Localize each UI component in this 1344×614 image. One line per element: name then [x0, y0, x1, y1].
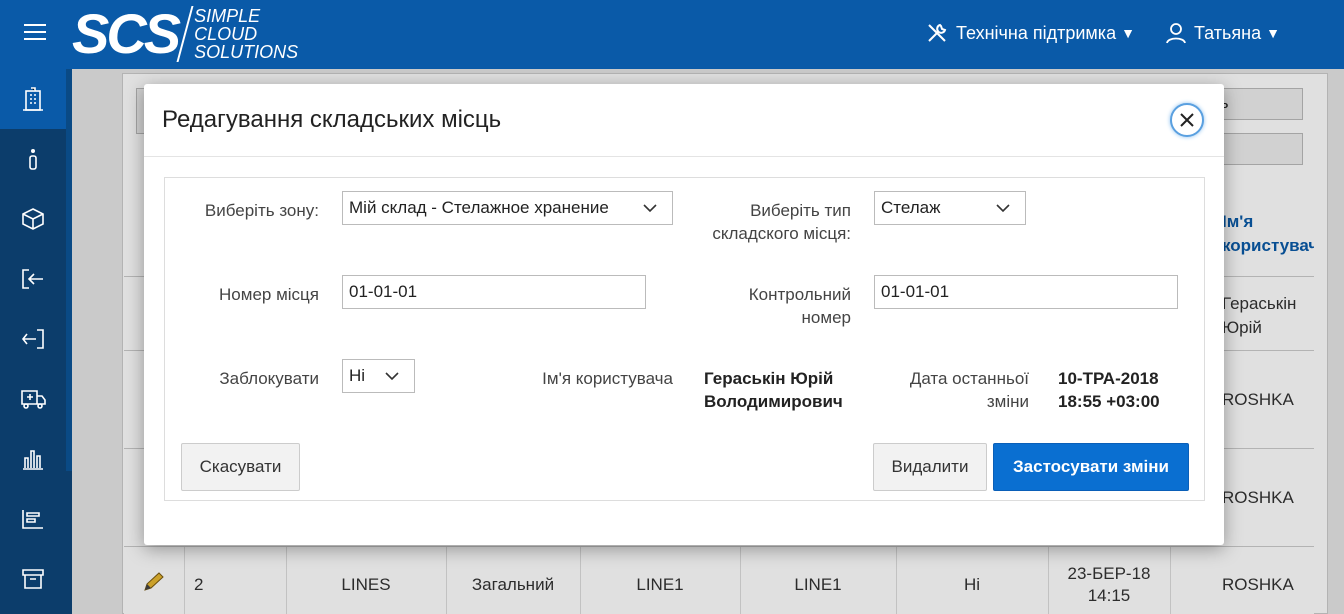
sidebar-item-incoming[interactable] — [0, 249, 66, 309]
menu-icon[interactable] — [24, 24, 46, 42]
modal-title: Редагування складських місць — [162, 106, 502, 133]
close-button[interactable] — [1170, 103, 1204, 137]
chevron-down-icon — [385, 372, 399, 381]
archive-icon — [22, 569, 44, 589]
building-icon — [23, 87, 43, 111]
tools-icon — [928, 23, 947, 42]
sign-in-icon — [22, 269, 43, 289]
sidebar-item-list[interactable] — [0, 489, 66, 549]
zone-select[interactable]: Мій склад - Стелажное хранение — [342, 191, 673, 225]
user-value: Гераськін Юрій Володимирович — [704, 369, 843, 411]
cancel-button[interactable]: Скасувати — [181, 443, 300, 491]
bar-chart-icon — [23, 450, 43, 470]
place-number-label: Номер місця — [219, 285, 319, 304]
user-label: Ім'я користувача — [542, 369, 673, 388]
user-name: Татьяна — [1194, 22, 1262, 43]
block-select-value: Ні — [349, 366, 366, 385]
sidebar-item-archive[interactable] — [0, 549, 66, 609]
zone-label: Виберіть зону: — [204, 201, 319, 220]
app-header: SCS SIMPLE CLOUD SOLUTIONS Технічна підт… — [0, 0, 1344, 69]
caret-down-icon: ▼ — [1121, 25, 1135, 41]
block-label: Заблокувати — [219, 369, 319, 388]
info-icon — [29, 149, 37, 170]
chevron-down-icon — [996, 204, 1010, 213]
place-type-select-value: Стелаж — [881, 198, 941, 217]
apply-changes-button[interactable]: Застосувати зміни — [993, 443, 1189, 491]
control-number-input[interactable]: 01-01-01 — [874, 275, 1178, 309]
close-icon — [1180, 113, 1194, 127]
form-panel: Виберіть зону: Мій склад - Стелажное хра… — [164, 177, 1205, 501]
box-icon — [22, 208, 44, 230]
truck-icon — [21, 390, 46, 409]
support-menu[interactable]: Технічна підтримка ▼ — [926, 22, 1135, 44]
place-number-input[interactable]: 01-01-01 — [342, 275, 646, 309]
sign-out-icon — [21, 329, 44, 349]
sidebar-item-products[interactable] — [0, 189, 66, 249]
sidebar-item-outgoing[interactable] — [0, 309, 66, 369]
last-modified-label: Дата останньої зміни — [909, 369, 1029, 411]
block-select[interactable]: Ні — [342, 359, 415, 393]
logo-text: SIMPLE CLOUD SOLUTIONS — [194, 6, 299, 62]
list-icon — [22, 510, 43, 529]
sidebar — [0, 69, 72, 614]
user-icon — [1166, 23, 1186, 44]
sidebar-item-warehouse[interactable] — [0, 69, 66, 129]
caret-down-icon: ▼ — [1266, 25, 1280, 41]
logo-mark: SCS — [72, 2, 181, 65]
support-label: Технічна підтримка — [956, 22, 1117, 43]
sidebar-item-delivery[interactable] — [0, 369, 66, 429]
chevron-down-icon — [643, 204, 657, 213]
user-menu[interactable]: Татьяна ▼ — [1166, 22, 1280, 44]
logo[interactable]: SCS SIMPLE CLOUD SOLUTIONS — [72, 4, 298, 64]
place-type-select[interactable]: Стелаж — [874, 191, 1026, 225]
last-modified-value: 10-ТРА-2018 18:55 +03:00 — [1058, 369, 1160, 411]
place-type-label: Виберіть тип складского місця: — [712, 201, 851, 243]
edit-storage-modal: Редагування складських місць Виберіть зо… — [144, 84, 1224, 545]
control-number-label: Контрольний номер — [748, 285, 851, 327]
zone-select-value: Мій склад - Стелажное хранение — [349, 198, 609, 217]
sidebar-item-reports[interactable] — [0, 429, 66, 489]
sidebar-item-info[interactable] — [0, 129, 66, 189]
delete-button[interactable]: Видалити — [873, 443, 987, 491]
